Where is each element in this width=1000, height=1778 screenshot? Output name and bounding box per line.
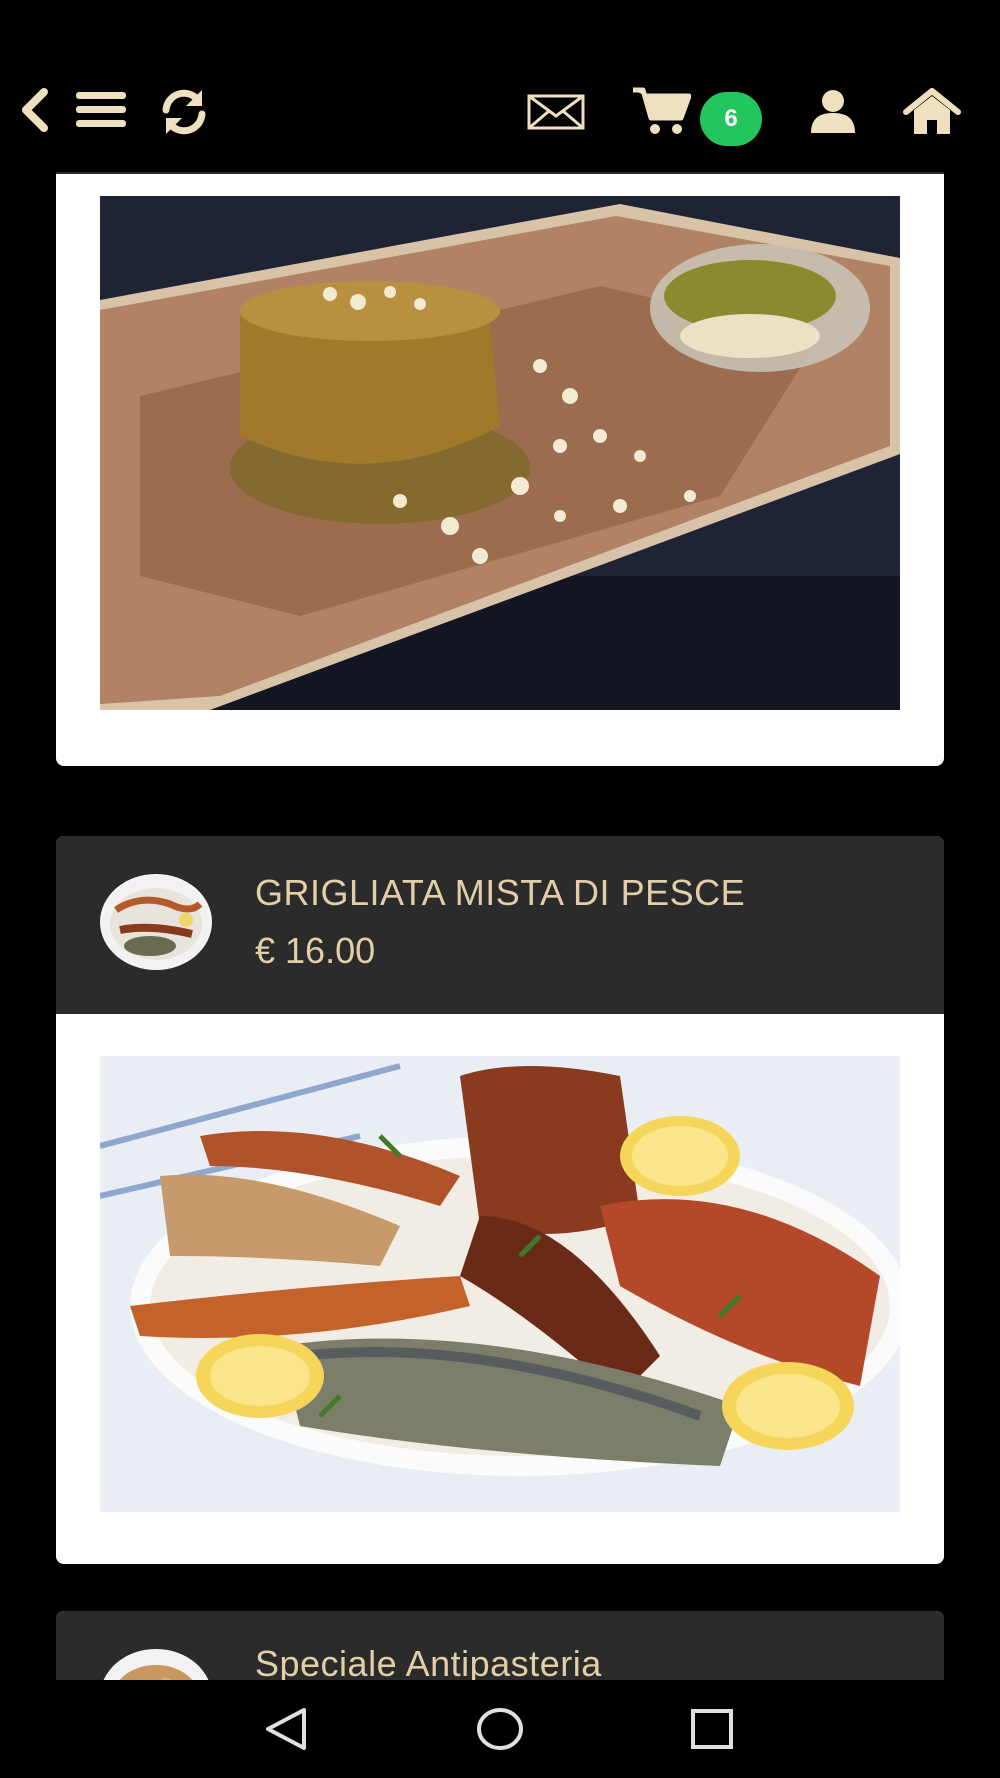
card-header-edge bbox=[56, 172, 944, 174]
menu-card-body bbox=[56, 1014, 944, 1564]
menu-card-header[interactable]: Speciale Antipasteria bbox=[56, 1611, 944, 1680]
menu-icon[interactable] bbox=[74, 86, 128, 134]
back-triangle-icon[interactable] bbox=[256, 1704, 316, 1754]
menu-card-header[interactable]: GRIGLIATA MISTA DI PESCE € 16.00 bbox=[56, 836, 944, 1014]
dish-thumbnail bbox=[100, 1649, 212, 1680]
top-toolbar: 6 bbox=[0, 0, 1000, 172]
cart-count-badge: 6 bbox=[700, 92, 762, 146]
menu-card-grigliata[interactable]: GRIGLIATA MISTA DI PESCE € 16.00 bbox=[56, 836, 944, 1564]
recents-square-icon[interactable] bbox=[682, 1704, 742, 1754]
chevron-left-icon[interactable] bbox=[12, 82, 56, 138]
grigliata-photo[interactable] bbox=[100, 1056, 900, 1512]
home-icon[interactable] bbox=[902, 86, 962, 138]
menu-card-previous bbox=[56, 172, 944, 766]
dessert-photo[interactable] bbox=[100, 196, 900, 710]
dish-name: Speciale Antipasteria bbox=[255, 1643, 602, 1680]
refresh-icon[interactable] bbox=[156, 86, 212, 138]
dish-name: GRIGLIATA MISTA DI PESCE bbox=[255, 872, 746, 913]
cart-icon[interactable] bbox=[630, 86, 692, 136]
menu-scroll-area[interactable]: GRIGLIATA MISTA DI PESCE € 16.00 Special… bbox=[0, 172, 1000, 1680]
system-navigation-bar bbox=[0, 1680, 1000, 1778]
menu-card-antipasteria[interactable]: Speciale Antipasteria bbox=[56, 1611, 944, 1680]
app-screen: 6 GRIGLIATA MISTA DI PESCE € 16.00 Speci… bbox=[0, 0, 1000, 1778]
user-icon[interactable] bbox=[808, 88, 858, 136]
dish-thumbnail bbox=[100, 874, 212, 970]
dish-price: € 16.00 bbox=[255, 930, 376, 971]
envelope-icon[interactable] bbox=[526, 92, 586, 132]
home-circle-icon[interactable] bbox=[470, 1704, 530, 1754]
